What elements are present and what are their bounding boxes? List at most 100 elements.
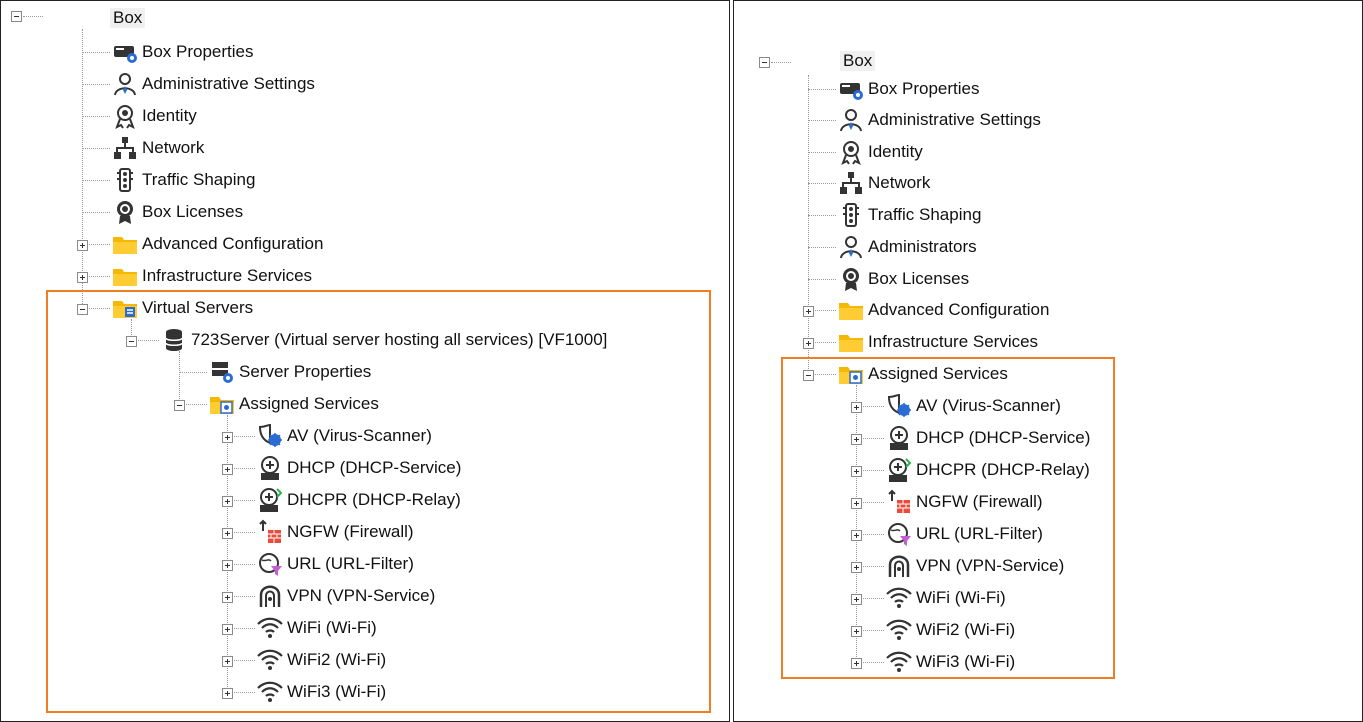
wifi-icon <box>257 679 283 705</box>
tree-root-label: Box <box>840 51 876 71</box>
tree-item-identity[interactable]: Identity <box>82 101 197 131</box>
tree-item-label: DHCP (DHCP-Service) <box>287 458 462 477</box>
tree-item-assigned-services[interactable]: Assigned Services <box>813 359 1008 389</box>
root-collapse-toggle[interactable] <box>759 57 770 68</box>
tree-item-box-properties[interactable]: Box Properties <box>808 74 980 104</box>
tree-root[interactable]: Box <box>106 3 146 33</box>
tree-item-label: Box Properties <box>142 42 254 61</box>
tree-connector <box>82 212 110 213</box>
wifi-icon <box>886 585 912 611</box>
tree-connector <box>186 404 207 405</box>
folder-db-icon <box>112 295 138 321</box>
tree-item-administrative-settings[interactable]: Administrative Settings <box>808 105 1041 135</box>
tree-connector <box>863 502 884 503</box>
license-badge-icon <box>838 266 864 292</box>
tree-item-av[interactable]: AV (Virus-Scanner) <box>232 421 432 451</box>
tree-item-box-properties[interactable]: Box Properties <box>82 37 254 67</box>
tree-item-label: Network <box>868 173 931 192</box>
tree-item-assigned-services[interactable]: Assigned Services <box>184 389 379 419</box>
tree-item-dhcpr[interactable]: DHCPR (DHCP-Relay) <box>232 485 461 515</box>
database-icon <box>161 327 187 353</box>
tree-connector <box>808 89 836 90</box>
dhcp-icon <box>886 425 912 451</box>
tree-item-av[interactable]: AV (Virus-Scanner) <box>861 391 1061 421</box>
tree-item-label: NGFW (Firewall) <box>916 492 1043 511</box>
tree-connector <box>234 660 255 661</box>
tree-item-ngfw[interactable]: NGFW (Firewall) <box>232 517 414 547</box>
tree-item-server-properties[interactable]: Server Properties <box>179 357 372 387</box>
tree-item-dhcpr[interactable]: DHCPR (DHCP-Relay) <box>861 455 1090 485</box>
tree-item-ngfw[interactable]: NGFW (Firewall) <box>861 487 1043 517</box>
tree-item-label: Network <box>142 138 205 157</box>
admin-user-icon <box>838 234 864 260</box>
tree-connector <box>179 351 180 405</box>
tree-item-url[interactable]: URL (URL-Filter) <box>232 549 414 579</box>
vpn-icon <box>257 583 283 609</box>
tree-connector <box>808 279 836 280</box>
license-badge-icon <box>112 199 138 225</box>
tree-item-network[interactable]: Network <box>808 168 931 198</box>
tree-item-label: VPN (VPN-Service) <box>916 556 1065 575</box>
tree-connector <box>815 342 836 343</box>
vpn-icon <box>886 553 912 579</box>
tree-item-label: Box Properties <box>868 79 980 98</box>
tree-item-723server[interactable]: 723Server (Virtual server hosting all se… <box>136 325 607 355</box>
tree-item-wifi2[interactable]: WiFi2 (Wi-Fi) <box>232 645 386 675</box>
box-properties-icon <box>112 39 138 65</box>
tree-item-label: Box Licenses <box>142 202 244 221</box>
tree-item-network[interactable]: Network <box>82 133 205 163</box>
tree-item-dhcp[interactable]: DHCP (DHCP-Service) <box>232 453 461 483</box>
tree-item-traffic-shaping[interactable]: Traffic Shaping <box>82 165 255 195</box>
tree-connector <box>89 308 110 309</box>
tree-item-wifi[interactable]: WiFi (Wi-Fi) <box>861 583 1006 613</box>
tree-item-wifi3[interactable]: WiFi3 (Wi-Fi) <box>232 677 386 707</box>
tree-item-advanced-configuration[interactable]: Advanced Configuration <box>87 229 323 259</box>
tree-item-infrastructure-services[interactable]: Infrastructure Services <box>813 327 1038 357</box>
tree-item-label: Advanced Configuration <box>868 300 1050 319</box>
tree-connector <box>815 374 836 375</box>
tree-connector <box>234 628 255 629</box>
tree-connector <box>863 534 884 535</box>
tree-item-administrative-settings[interactable]: Administrative Settings <box>82 69 315 99</box>
tree-connector <box>89 244 110 245</box>
virus-scanner-icon <box>257 423 283 449</box>
tree-root[interactable]: Box <box>836 46 876 76</box>
tree-item-wifi3[interactable]: WiFi3 (Wi-Fi) <box>861 647 1015 677</box>
tree-item-label: DHCPR (DHCP-Relay) <box>287 490 461 509</box>
tree-item-vpn[interactable]: VPN (VPN-Service) <box>232 581 435 611</box>
tree-connector <box>82 116 110 117</box>
tree-item-wifi2[interactable]: WiFi2 (Wi-Fi) <box>861 615 1015 645</box>
tree-connector <box>234 532 255 533</box>
tree-item-label: Infrastructure Services <box>142 266 313 285</box>
tree-item-box-licenses[interactable]: Box Licenses <box>808 264 969 294</box>
tree-item-infrastructure-services[interactable]: Infrastructure Services <box>87 261 312 291</box>
tree-item-label: Administrative Settings <box>142 74 315 93</box>
box-properties-icon <box>838 76 864 102</box>
tree-connector <box>863 470 884 471</box>
tree-item-advanced-configuration[interactable]: Advanced Configuration <box>813 295 1049 325</box>
tree-item-traffic-shaping[interactable]: Traffic Shaping <box>808 200 981 230</box>
folder-icon <box>838 329 864 355</box>
tree-item-label: Server Properties <box>239 362 372 381</box>
tree-item-identity[interactable]: Identity <box>808 137 923 167</box>
tree-connector <box>856 385 857 657</box>
tree-item-url[interactable]: URL (URL-Filter) <box>861 519 1043 549</box>
tree-connector <box>89 276 110 277</box>
root-collapse-toggle[interactable] <box>11 11 22 22</box>
tree-item-administrators[interactable]: Administrators <box>808 232 977 262</box>
tree-item-box-licenses[interactable]: Box Licenses <box>82 197 244 227</box>
identity-icon <box>838 139 864 166</box>
tree-item-label: AV (Virus-Scanner) <box>287 426 432 445</box>
tree-connector <box>808 120 836 121</box>
wifi-icon <box>886 617 912 643</box>
firewall-icon <box>886 489 912 515</box>
folder-icon <box>838 297 864 323</box>
url-filter-icon <box>257 551 283 577</box>
tree-item-vpn[interactable]: VPN (VPN-Service) <box>861 551 1064 581</box>
tree-connector <box>863 598 884 599</box>
tree-item-dhcp[interactable]: DHCP (DHCP-Service) <box>861 423 1090 453</box>
tree-item-label: URL (URL-Filter) <box>287 554 414 573</box>
tree-item-virtual-servers[interactable]: Virtual Servers <box>87 293 253 323</box>
tree-item-wifi[interactable]: WiFi (Wi-Fi) <box>232 613 377 643</box>
identity-icon <box>112 103 138 130</box>
